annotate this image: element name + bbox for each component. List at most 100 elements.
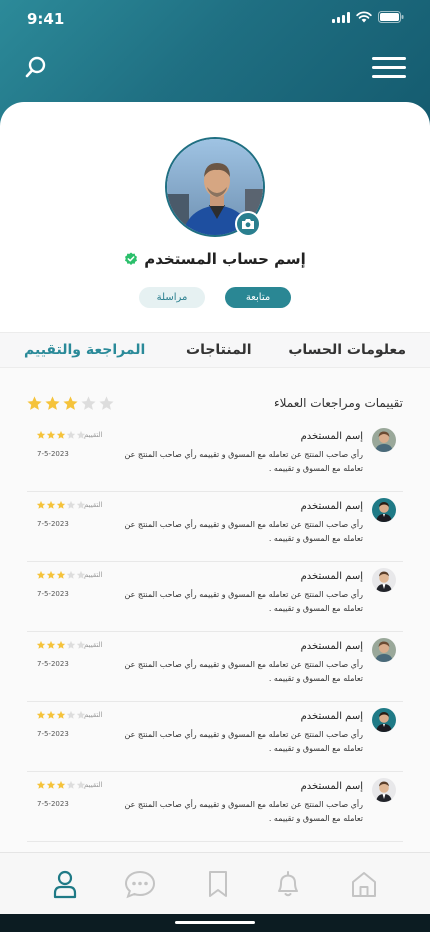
review-rating-label: التقييم [84, 781, 103, 789]
review-text: رأي صاحب المنتج عن تعامله مع المسوق و تق… [124, 590, 363, 613]
chat-icon [124, 870, 156, 899]
status-icons [332, 11, 404, 23]
star-empty-icon [76, 640, 86, 649]
review-rating-label: التقييم [84, 641, 103, 649]
home-icon [352, 872, 376, 897]
bell-icon [278, 871, 298, 897]
review-item[interactable]: إسم المستخدم رأي صاحب المنتج عن تعامله م… [27, 632, 403, 702]
star-filled-icon [46, 570, 56, 579]
message-button[interactable]: مراسلة [139, 287, 205, 308]
home-indicator-area [0, 914, 430, 932]
review-rating-label: التقييم [84, 711, 103, 719]
star-filled-icon [36, 640, 46, 649]
review-text: رأي صاحب المنتج عن تعامله مع المسوق و تق… [124, 800, 363, 823]
reviewer-avatar [372, 568, 396, 592]
reviews-panel: تقييمات ومراجعات العملاء إسم المستخدم رأ… [0, 368, 430, 852]
review-item[interactable]: إسم المستخدم رأي صاحب المنتج عن تعامله م… [27, 702, 403, 772]
reviewer-name: إسم المستخدم [300, 781, 363, 792]
star-filled-icon [56, 780, 66, 789]
review-date: 7-5-2023 [37, 450, 69, 458]
menu-icon-line [372, 66, 406, 69]
review-stars [36, 710, 86, 720]
review-rating-label: التقييم [84, 571, 103, 579]
star-empty-icon [66, 780, 76, 789]
star-empty-icon [76, 430, 86, 439]
star-filled-icon [56, 640, 66, 649]
star-filled-icon [56, 570, 66, 579]
review-rating-label: التقييم [84, 501, 103, 509]
user-icon [53, 870, 77, 899]
nav-home[interactable] [349, 869, 379, 899]
review-item[interactable]: إسم المستخدم رأي صاحب المنتج عن تعامله م… [27, 422, 403, 492]
star-empty-icon [76, 570, 86, 579]
star-filled-icon [36, 570, 46, 579]
star-empty-icon [76, 780, 86, 789]
review-date: 7-5-2023 [37, 590, 69, 598]
wifi-icon [356, 11, 372, 23]
reviewer-avatar [372, 428, 396, 452]
tab-account-info[interactable]: معلومات الحساب [288, 342, 406, 358]
star-filled-icon [46, 710, 56, 719]
star-filled-icon [36, 430, 46, 439]
tab-products[interactable]: المنتاجات [186, 342, 252, 358]
star-filled-icon [63, 396, 78, 410]
search-icon [25, 56, 46, 78]
review-rating-label: التقييم [84, 431, 103, 439]
star-empty-icon [81, 396, 96, 410]
nav-chat[interactable] [124, 869, 156, 899]
review-text: رأي صاحب المنتج عن تعامله مع المسوق و تق… [124, 730, 363, 753]
follow-button[interactable]: متابعة [225, 287, 291, 308]
status-time: 9:41 [27, 10, 65, 28]
review-item[interactable]: إسم المستخدم رأي صاحب المنتج عن تعامله م… [27, 772, 403, 842]
reviewer-name: إسم المستخدم [300, 641, 363, 652]
review-item[interactable]: إسم المستخدم رأي صاحب المنتج عن تعامله م… [27, 492, 403, 562]
profile-avatar-wrap [165, 137, 265, 237]
change-photo-button[interactable] [235, 211, 261, 237]
profile-username: إسم حساب المستخدم [144, 250, 306, 268]
star-empty-icon [76, 500, 86, 509]
star-filled-icon [46, 780, 56, 789]
star-filled-icon [46, 640, 56, 649]
star-filled-icon [36, 500, 46, 509]
battery-icon [378, 11, 404, 23]
star-empty-icon [66, 500, 76, 509]
review-date: 7-5-2023 [37, 520, 69, 528]
review-stars [36, 570, 86, 580]
reviewer-avatar [372, 708, 396, 732]
star-empty-icon [99, 396, 114, 410]
star-filled-icon [56, 710, 66, 719]
reviewer-avatar [372, 498, 396, 522]
review-date: 7-5-2023 [37, 730, 69, 738]
signal-icon [332, 11, 350, 23]
star-empty-icon [76, 710, 86, 719]
tab-reviews[interactable]: المراجعة والتقييم [24, 342, 145, 358]
star-filled-icon [46, 430, 56, 439]
menu-icon-line [372, 75, 406, 78]
reviewer-name: إسم المستخدم [300, 431, 363, 442]
star-filled-icon [36, 710, 46, 719]
nav-saved[interactable] [203, 869, 233, 899]
menu-button[interactable] [372, 57, 406, 79]
review-text: رأي صاحب المنتج عن تعامله مع المسوق و تق… [124, 450, 363, 473]
nav-notifications[interactable] [273, 869, 303, 899]
review-stars [36, 640, 86, 650]
bottom-nav [0, 852, 430, 914]
review-stars [36, 430, 86, 440]
nav-profile[interactable] [50, 869, 80, 899]
review-text: رأي صاحب المنتج عن تعامله مع المسوق و تق… [124, 520, 363, 543]
star-filled-icon [36, 780, 46, 789]
reviewer-name: إسم المستخدم [300, 501, 363, 512]
search-button[interactable] [24, 55, 48, 79]
review-list: إسم المستخدم رأي صاحب المنتج عن تعامله م… [27, 422, 403, 842]
reviews-section-title: تقييمات ومراجعات العملاء [273, 396, 403, 410]
review-item[interactable]: إسم المستخدم رأي صاحب المنتج عن تعامله م… [27, 562, 403, 632]
menu-icon-line [372, 57, 406, 60]
star-empty-icon [66, 570, 76, 579]
reviewer-name: إسم المستخدم [300, 571, 363, 582]
review-date: 7-5-2023 [37, 660, 69, 668]
overall-rating [26, 395, 115, 412]
star-empty-icon [66, 710, 76, 719]
home-indicator [175, 921, 255, 924]
reviewer-name: إسم المستخدم [300, 711, 363, 722]
bookmark-icon [209, 871, 227, 897]
